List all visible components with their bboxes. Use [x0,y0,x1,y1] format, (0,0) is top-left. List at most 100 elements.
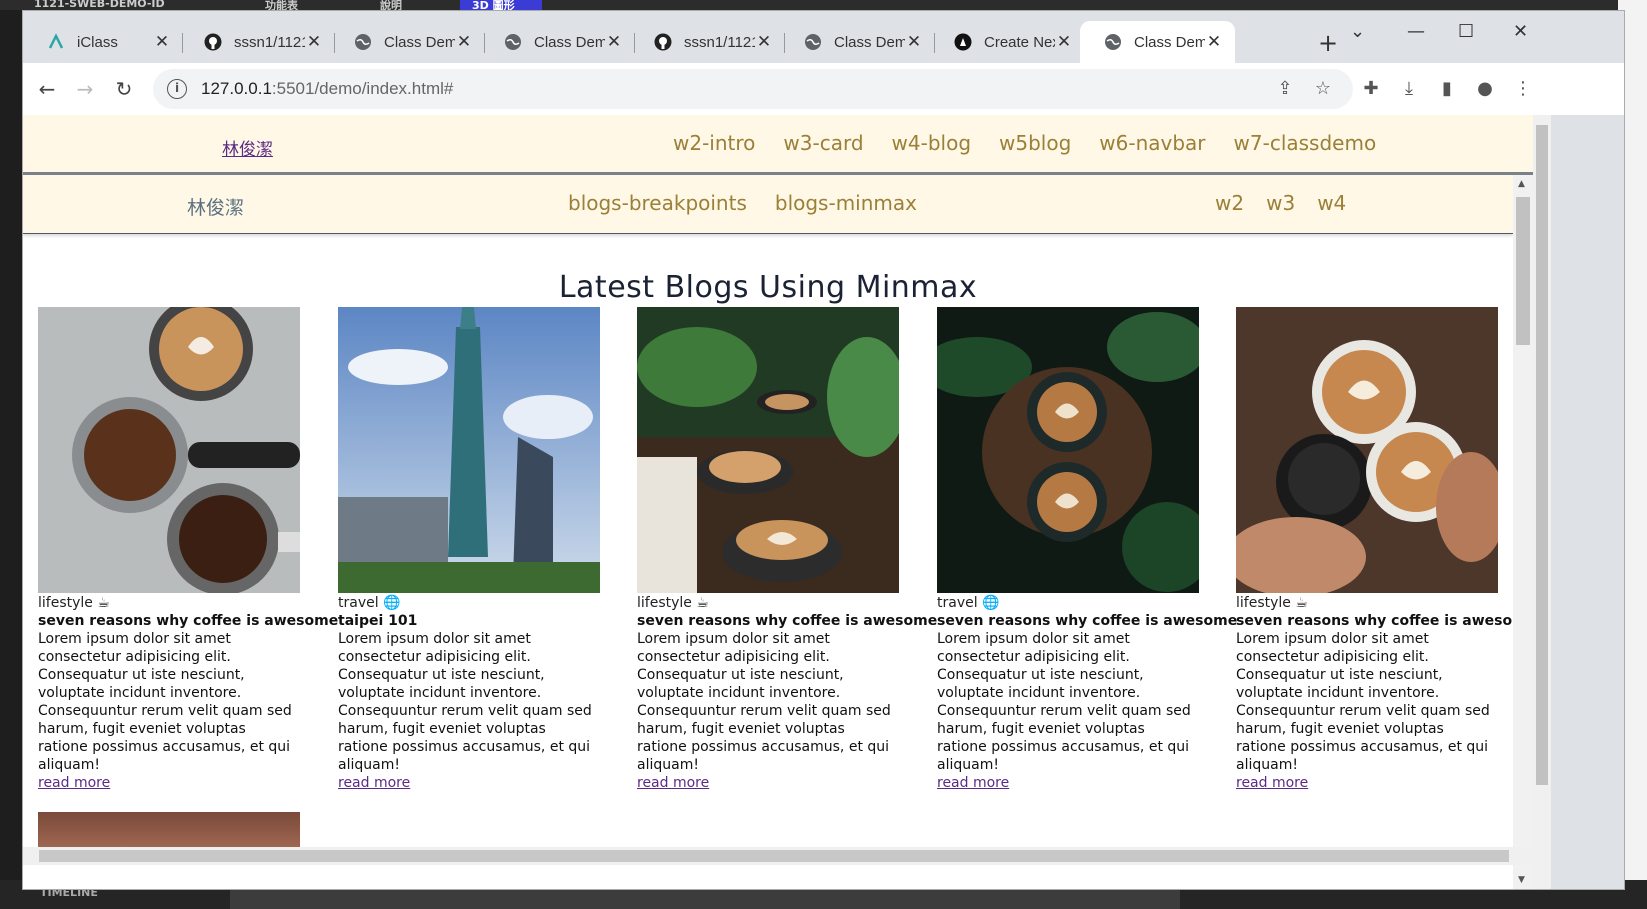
coffee-icon: ☕ [97,595,110,611]
blog-card: travel 🌐 taipei 101 Lorem ipsum dolor sit … [338,307,600,792]
vertical-scrollbar[interactable] [1533,115,1551,889]
forward-icon[interactable]: → [73,77,97,101]
card-title: taipei 101 [338,613,418,629]
background-app-top: 1121-SWEB-DEMO-ID 功能表 說明 3D 圖形 [0,0,1647,12]
new-tab-button[interactable]: + [1318,29,1338,57]
tab-label: Class Demo [384,33,455,51]
tab-label: Create Next [984,33,1055,51]
card-category: travel 🌐 [338,595,401,611]
browser-tab[interactable]: Class Demo✕ [780,21,935,63]
tab-close-icon[interactable]: ✕ [605,32,623,52]
download-icon[interactable]: ⤓ [1397,77,1421,101]
browser-tab[interactable]: sssn1/1121 ✕ [630,21,785,63]
side-panel-icon[interactable]: ▮ [1435,77,1459,101]
menu-icon[interactable]: ⋮ [1511,77,1535,101]
minimize-button[interactable]: — [1407,21,1425,42]
maximize-button[interactable]: ☐ [1458,21,1474,42]
globe-icon [504,33,522,51]
nav-link-w4-blog[interactable]: w4-blog [892,131,971,155]
card-body: Lorem ipsum dolor sit amet consectetur a… [38,631,292,773]
nextjs-icon [954,33,972,51]
blog-card: travel 🌐 seven reasons why coffee is awes… [937,307,1238,792]
blog-card-partial [38,812,300,852]
address-bar[interactable]: i 127.0.0.1:5501/demo/index.html# [153,69,1353,109]
browser-window: iClass✕sssn1/1121✕Class Demo✕Class Demo✕… [22,10,1625,890]
page-viewport: 林俊潔 w2-intro w3-card w4-blog w5blog w6-navba… [23,115,1533,889]
read-more-link[interactable]: read more [637,774,899,792]
extensions-icon[interactable]: ✚ [1359,77,1383,101]
blog-navbar-brand[interactable]: 林俊潔 [187,193,244,220]
card-category: lifestyle ☕ [1236,595,1308,611]
card-image-coffee-portafilters [38,307,300,593]
tab-close-icon[interactable]: ✕ [455,32,473,52]
tab-close-icon[interactable]: ✕ [153,32,171,52]
card-body: Lorem ipsum dolor sit amet consectetur a… [637,631,891,773]
blog-card: lifestyle ☕ seven reasons why coffee is a… [38,307,339,792]
url-text[interactable]: 127.0.0.1:5501/demo/index.html# [201,79,453,99]
tab-close-icon[interactable]: ✕ [1205,32,1223,52]
browser-tab[interactable]: sssn1/1121 ✕ [180,21,335,63]
inner-scrollbar[interactable]: ▲ ▼ [1513,175,1533,889]
week-link-w3[interactable]: w3 [1266,191,1295,215]
close-window-button[interactable]: ✕ [1513,21,1528,42]
reload-icon[interactable]: ↻ [112,77,136,101]
horizontal-scrollbar[interactable] [23,847,1533,865]
blog-card: lifestyle ☕ seven reasons why coffee is a… [1236,307,1533,792]
card-image-coffee-top-down [937,307,1199,593]
card-body: Lorem ipsum dolor sit amet consectetur a… [937,631,1191,773]
browser-tab[interactable]: Class Demo✕ [480,21,635,63]
demo-frame: 林俊潔 blogs-breakpoints blogs-minmax w2 w3 w4… [23,175,1533,889]
blog-nav-link-blogs-breakpoints[interactable]: blogs-breakpoints [568,191,747,215]
browser-tab[interactable]: Class Demo✕ [1080,21,1235,63]
browser-tab[interactable]: Class Demo✕ [330,21,485,63]
tab-strip: iClass✕sssn1/1121✕Class Demo✕Class Demo✕… [23,11,1624,63]
card-title: seven reasons why coffee is awesome [38,613,339,629]
profile-icon[interactable]: ● [1473,77,1497,101]
card-image [38,812,300,852]
background-app-left [0,0,22,909]
nav-link-w5blog[interactable]: w5blog [999,131,1071,155]
background-title: 1121-SWEB-DEMO-ID [34,0,165,10]
nav-link-w2-intro[interactable]: w2-intro [673,131,755,155]
tab-close-icon[interactable]: ✕ [1055,32,1073,52]
share-icon[interactable]: ⇪ [1273,77,1297,101]
tab-label: Class Demo [834,33,905,51]
tab-close-icon[interactable]: ✕ [755,32,773,52]
navbar-brand[interactable]: 林俊潔 [222,135,273,160]
github-icon [654,33,672,51]
iclass-icon [47,33,65,51]
nav-link-w7-classdemo[interactable]: w7-classdemo [1234,131,1377,155]
tab-close-icon[interactable]: ✕ [905,32,923,52]
tab-label: sssn1/1121 [234,33,305,51]
card-title: seven reasons why coffee is awesome [937,613,1238,629]
read-more-link[interactable]: read more [937,774,1199,792]
card-image-coffee-plants-table [637,307,899,593]
browser-tab[interactable]: iClass ✕ [23,21,183,63]
browser-tab[interactable]: Create Next✕ [930,21,1085,63]
card-category: lifestyle ☕ [637,595,709,611]
browser-toolbar: ← → ↻ i 127.0.0.1:5501/demo/index.html# … [23,63,1624,115]
week-link-w4[interactable]: w4 [1317,191,1346,215]
card-title: seven reasons why coffee is awesome [1236,613,1533,629]
tab-label: Class Demo [534,33,605,51]
blog-navbar-links: blogs-breakpoints blogs-minmax [568,191,917,215]
read-more-link[interactable]: read more [338,774,600,792]
blog-nav-link-blogs-minmax[interactable]: blogs-minmax [775,191,917,215]
nav-link-w3-card[interactable]: w3-card [783,131,863,155]
tab-search-icon[interactable]: ⌄ [1350,21,1365,42]
background-highlight: 3D 圖形 [460,0,542,12]
read-more-link[interactable]: read more [38,774,300,792]
bookmark-star-icon[interactable]: ☆ [1311,77,1335,101]
card-body: Lorem ipsum dolor sit amet consectetur a… [1236,631,1490,773]
week-link-w2[interactable]: w2 [1215,191,1244,215]
card-title: seven reasons why coffee is awesome [637,613,938,629]
nav-link-w6-navbar[interactable]: w6-navbar [1099,131,1205,155]
globe-icon [804,33,822,51]
globe-icon [354,33,372,51]
back-icon[interactable]: ← [35,77,59,101]
site-info-icon[interactable]: i [167,79,187,99]
card-image-coffee-cheers [1236,307,1498,593]
read-more-link[interactable]: read more [1236,774,1498,792]
tab-label: iClass [77,33,118,51]
tab-close-icon[interactable]: ✕ [305,32,323,52]
